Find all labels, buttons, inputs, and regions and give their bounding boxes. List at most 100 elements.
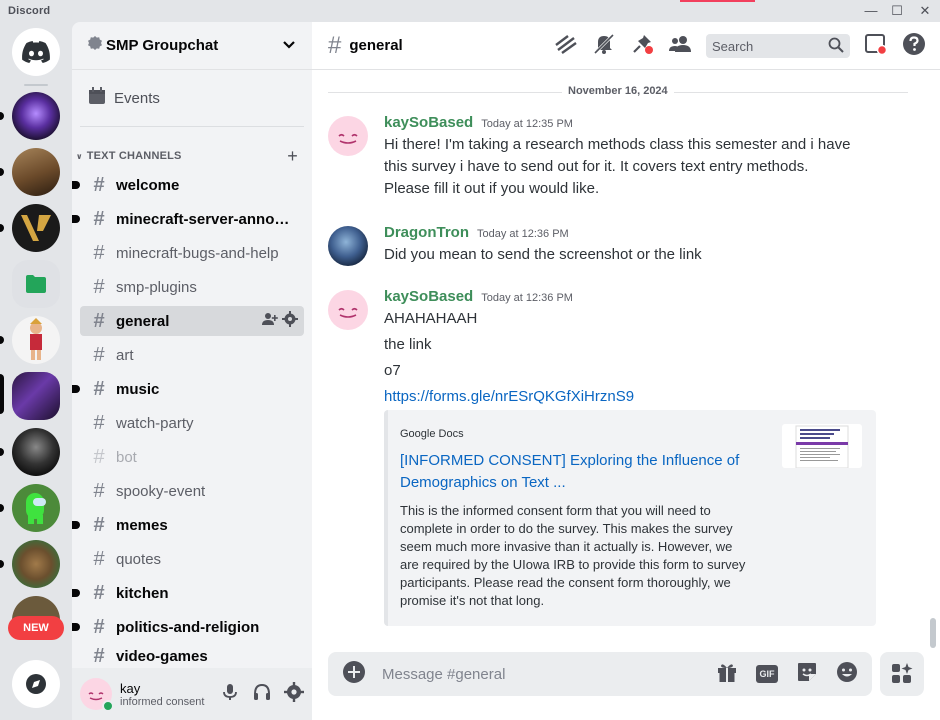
add-attachment-icon[interactable]	[342, 660, 366, 689]
settings-gear-icon[interactable]	[284, 681, 304, 707]
headphones-icon[interactable]	[252, 682, 272, 707]
channel-label: watch-party	[116, 414, 194, 432]
server-icon-amongus[interactable]	[12, 484, 60, 532]
message-composer[interactable]: Message #general GIF	[328, 652, 872, 696]
events-item[interactable]: Events	[80, 82, 304, 114]
member-list-icon[interactable]	[668, 32, 692, 61]
server-icon-room[interactable]	[12, 148, 60, 196]
message-text: AHAHAHAAH	[384, 310, 478, 327]
gear-icon[interactable]	[282, 311, 298, 331]
unread-indicator	[72, 385, 80, 393]
author-avatar[interactable]	[328, 226, 368, 266]
chat-area: # general Search November 16, 2024 kaySo…	[312, 22, 940, 720]
chat-scrollbar[interactable]	[930, 618, 936, 648]
channel-spooky-event[interactable]: # spooky-event	[80, 476, 304, 506]
channel-welcome[interactable]: # welcome	[72, 170, 304, 200]
message-link[interactable]: https://forms.gle/nrESrQKGfXiHrznS9	[384, 388, 634, 405]
maximize-icon[interactable]: ☐	[886, 2, 908, 20]
channel-minecraft-server-announcements[interactable]: # minecraft-server-announcements	[72, 204, 304, 234]
message-author[interactable]: DragonTron	[384, 224, 469, 241]
app-title: Discord	[8, 5, 51, 17]
gif-icon[interactable]: GIF	[756, 665, 778, 683]
channel-label: general	[116, 312, 170, 330]
rail-separator	[24, 84, 48, 86]
help-icon[interactable]	[902, 32, 926, 61]
embed-desc-line: promise it's not that long.	[400, 593, 545, 608]
embed-desc-line: complete in order to do the survey. This…	[400, 521, 733, 536]
embed-thumbnail[interactable]	[782, 424, 862, 468]
hash-icon: #	[93, 309, 105, 332]
server-icon-v[interactable]	[12, 204, 60, 252]
message-text: the link	[384, 336, 432, 353]
threads-icon[interactable]	[554, 32, 578, 61]
invite-icon[interactable]	[262, 311, 278, 331]
sticker-icon[interactable]	[796, 661, 818, 688]
server-icon-dark[interactable]	[12, 428, 60, 476]
discord-home-icon[interactable]	[12, 28, 60, 76]
channel-label: minecraft-server-announcements	[116, 210, 296, 228]
server-header[interactable]: SMP Groupchat	[72, 22, 312, 70]
channel-label: spooky-event	[116, 482, 206, 500]
embed-title[interactable]: [INFORMED CONSENT] Exploring the Influen…	[400, 450, 770, 494]
category-header[interactable]: ∨ TEXT CHANNELS +	[76, 146, 304, 166]
server-icon-character[interactable]	[12, 316, 60, 364]
new-badge[interactable]: NEW	[8, 616, 64, 640]
embed-desc-line: seem much more invasive than it actually…	[400, 539, 733, 554]
locked-hash-icon: #	[93, 547, 105, 570]
channel-minecraft-bugs-and-help[interactable]: # minecraft-bugs-and-help	[80, 238, 304, 268]
server-icon-smp[interactable]	[12, 372, 60, 420]
channel-kitchen[interactable]: # kitchen	[72, 578, 304, 608]
channel-label: quotes	[116, 550, 162, 568]
search-icon	[828, 37, 844, 56]
message-text: this survey i have to send out for it. I…	[384, 158, 809, 175]
minimize-icon[interactable]: —	[860, 2, 882, 20]
embed-title-line: [INFORMED CONSENT] Exploring the Influen…	[400, 452, 740, 469]
hash-icon: #	[328, 31, 342, 59]
inbox-icon[interactable]	[864, 32, 888, 61]
channel-general[interactable]: # general	[80, 306, 304, 336]
gift-icon[interactable]	[716, 661, 738, 688]
channel-art[interactable]: # art	[80, 340, 304, 370]
channel-video-games[interactable]: # video-games	[80, 646, 304, 666]
discover-icon[interactable]	[12, 660, 60, 708]
unread-pill	[0, 224, 4, 232]
online-status-icon	[102, 700, 114, 712]
message-author[interactable]: kaySoBased	[384, 114, 473, 131]
notification-bell-muted-icon[interactable]	[592, 32, 616, 61]
server-icon-capybara[interactable]	[12, 540, 60, 588]
user-status-text: informed consent	[120, 695, 205, 708]
channel-music[interactable]: # music	[72, 374, 304, 404]
pin-icon[interactable]	[630, 32, 654, 61]
unread-indicator	[72, 181, 80, 189]
close-icon[interactable]: ✕	[914, 2, 936, 20]
embed-desc-line: participants. Please read the consent fo…	[400, 575, 731, 590]
channel-memes[interactable]: # memes	[72, 510, 304, 540]
message-author[interactable]: kaySoBased	[384, 288, 473, 305]
apps-icon[interactable]	[880, 652, 924, 696]
message-input[interactable]: Message #general	[382, 666, 716, 683]
channel-watch-party[interactable]: # watch-party	[80, 408, 304, 438]
emoji-icon[interactable]	[836, 661, 858, 688]
message-text: Hi there! I'm taking a research methods …	[384, 136, 851, 153]
author-avatar[interactable]	[328, 290, 368, 330]
unread-indicator	[72, 215, 80, 223]
channel-smp-plugins[interactable]: # smp-plugins	[80, 272, 304, 302]
server-folder-icon[interactable]	[12, 260, 60, 308]
date-divider: November 16, 2024	[562, 85, 674, 97]
channel-quotes[interactable]: # quotes	[80, 544, 304, 574]
channel-bot[interactable]: # bot	[80, 442, 304, 472]
author-avatar[interactable]	[328, 116, 368, 156]
user-avatar[interactable]	[80, 678, 114, 712]
hash-icon: #	[93, 343, 105, 366]
hash-icon: #	[93, 646, 105, 666]
server-icon-spawn[interactable]	[12, 92, 60, 140]
unread-pill	[0, 504, 4, 512]
search-input[interactable]: Search	[706, 34, 850, 58]
unread-pill	[0, 336, 4, 344]
link-embed: Google Docs [INFORMED CONSENT] Exploring…	[384, 410, 876, 626]
microphone-icon[interactable]	[220, 682, 240, 707]
channel-label: kitchen	[116, 584, 169, 602]
channel-politics-and-religion[interactable]: # politics-and-religion	[72, 612, 304, 642]
unread-indicator	[72, 623, 80, 631]
add-channel-icon[interactable]: +	[287, 146, 298, 167]
